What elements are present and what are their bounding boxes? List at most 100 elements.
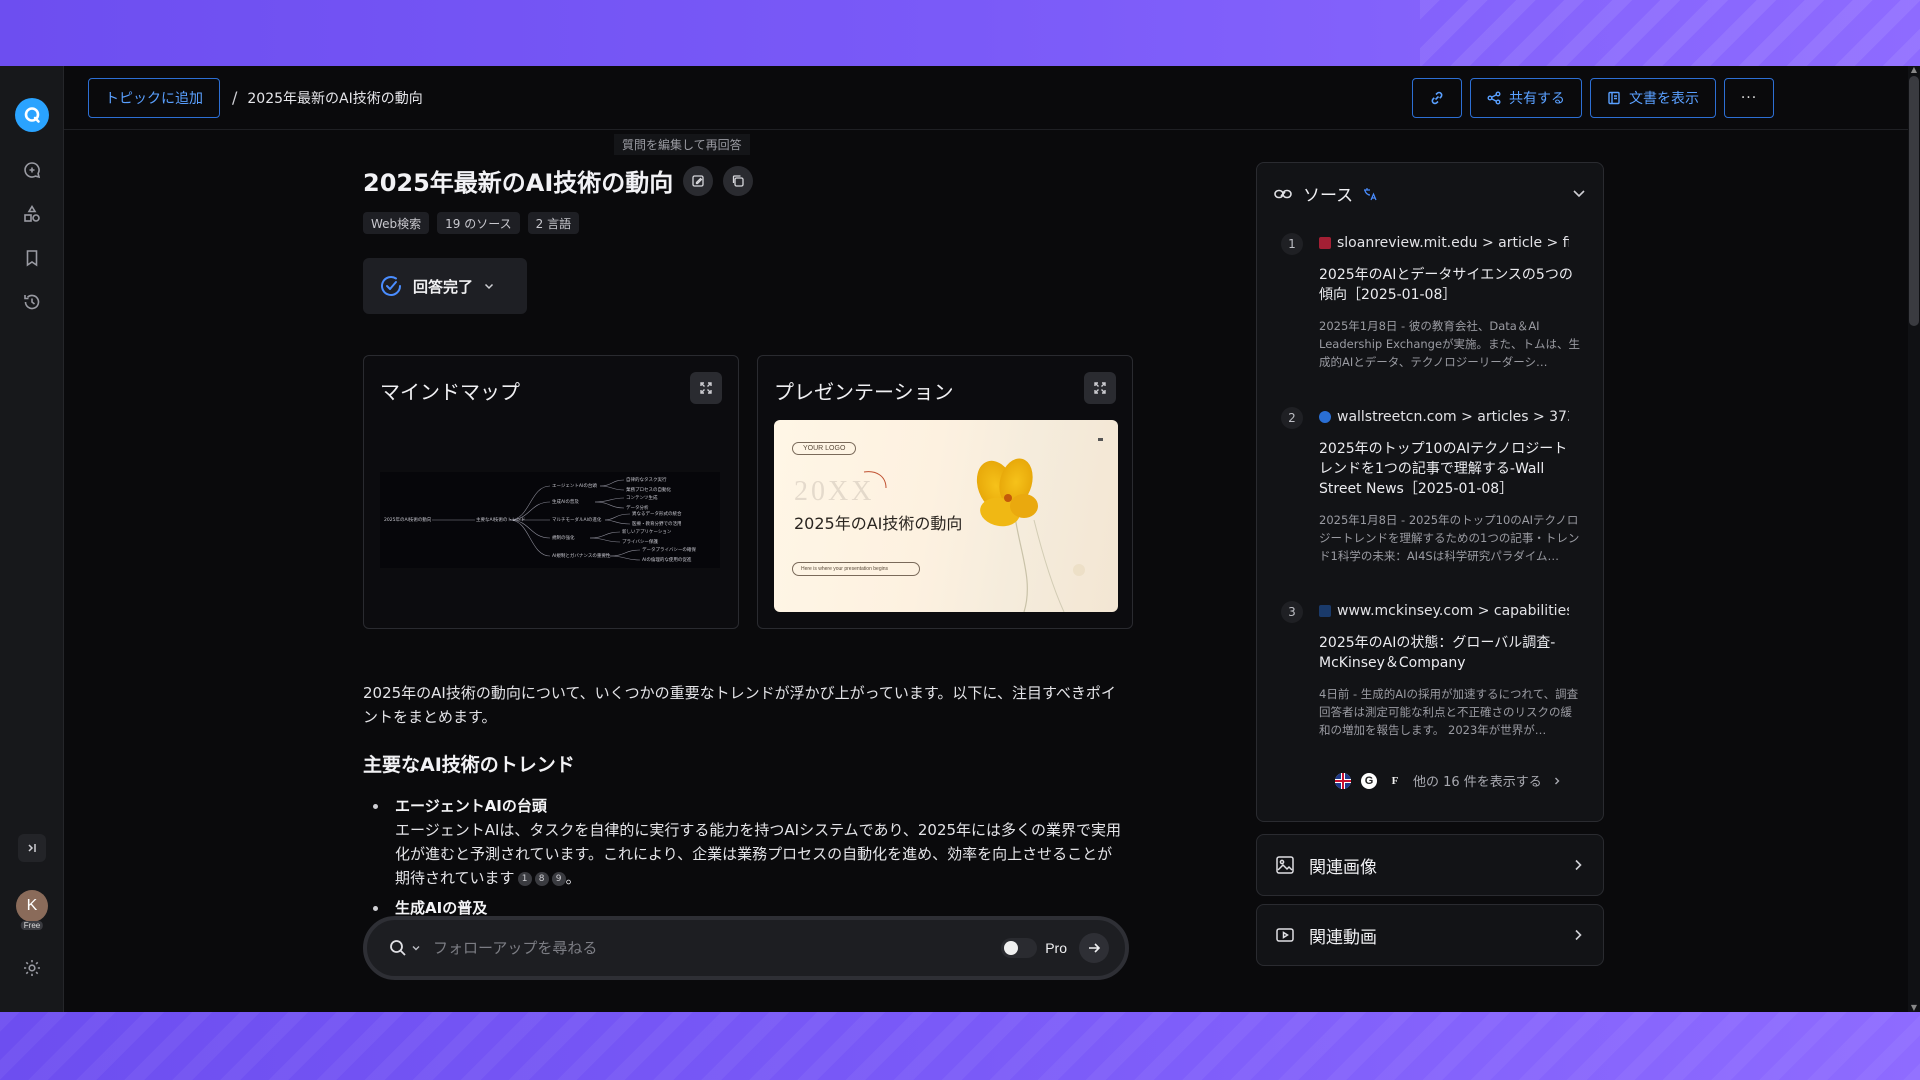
top-actions: 共有する 文書を表示 ··· <box>1412 78 1774 118</box>
scrollbar[interactable]: ▲ ▼ <box>1908 66 1920 1012</box>
sidebar-bottom: K Free <box>0 834 64 1012</box>
app-logo-icon[interactable] <box>14 98 49 132</box>
related-images-button[interactable]: 関連画像 <box>1256 834 1604 896</box>
mindmap-leaf-node: AIの倫理的な使用の促進 <box>642 558 692 563</box>
answer-tags: Web検索 19 のソース 2 言語 <box>363 212 580 234</box>
scroll-up-icon[interactable]: ▲ <box>1910 66 1918 74</box>
translate-icon <box>1364 187 1377 200</box>
settings-gear-icon[interactable] <box>12 948 52 988</box>
tag-web-search: Web検索 <box>363 212 430 234</box>
breadcrumb-title: 2025年最新のAI技術の動向 <box>247 90 423 107</box>
share-button[interactable]: 共有する <box>1470 78 1582 118</box>
expand-icon <box>700 382 712 394</box>
source-number: 1 <box>1281 233 1303 255</box>
mindmap-branch-node: 規制の強化 <box>552 536 575 541</box>
source-domain: www.mckinsey.com > capabilities … <box>1319 603 1569 619</box>
edit-question-button[interactable] <box>683 165 714 196</box>
related-videos-button[interactable]: 関連動画 <box>1256 904 1604 966</box>
favicon-icon <box>1319 237 1331 249</box>
scroll-thumb[interactable] <box>1909 76 1919 326</box>
bullet-title: エージェントAIの台頭 <box>395 797 547 815</box>
source-domain: wallstreetcn.com > articles > 37386… <box>1319 409 1569 425</box>
presentation-title: プレゼンテーション <box>774 380 954 404</box>
scroll-down-icon[interactable]: ▼ <box>1910 1004 1918 1012</box>
source-item[interactable]: 1 sloanreview.mit.edu > article > five… … <box>1281 233 1591 369</box>
mindmap-leaf-node: 異なるデータ形式の統合 <box>632 512 682 517</box>
top-bar: トピックに追加 / 2025年最新のAI技術の動向 共有する 文書を表示 ··· <box>64 66 1920 130</box>
slide-title: 2025年のAI技術の動向 <box>794 514 963 533</box>
new-chat-icon[interactable] <box>12 150 52 190</box>
citation-1[interactable]: 1 <box>517 871 532 886</box>
sources-header[interactable]: ソース <box>1273 181 1377 206</box>
flower-image <box>976 438 1103 612</box>
slide-year: 20XX <box>794 476 875 507</box>
bullet-text: エージェントAIは、タスクを自律的に実行する能力を持つAIシステムであり、202… <box>395 821 1122 887</box>
chevron-down-icon[interactable] <box>411 943 421 953</box>
mindmap-card[interactable]: マインドマップ 2025年のAI技術の動向 主要なAI技術のトレンド エージェン… <box>363 355 739 629</box>
copy-button[interactable] <box>723 165 754 196</box>
tag-source-count: 19 のソース <box>437 212 520 234</box>
share-icon <box>1487 91 1501 105</box>
source-title: 2025年のトップ10のAIテクノロジートレンドを1つの記事で理解する-Wall… <box>1319 441 1568 497</box>
chevron-right-icon <box>1575 929 1582 941</box>
trend-list: エージェントAIの台頭 エージェントAIは、タスクを自律的に実行する能力を持つA… <box>363 794 1123 920</box>
background-stripes-bottom <box>0 1012 1920 1080</box>
sidebar: K Free <box>0 66 64 1012</box>
mindmap-root-node: 2025年のAI技術の動向 <box>384 518 432 523</box>
mindmap-leaf-node: コンテンツ生成 <box>626 496 658 501</box>
search-icon[interactable] <box>389 939 407 957</box>
expand-presentation-button[interactable] <box>1084 372 1116 404</box>
source-title: 2025年のAIとデータサイエンスの5つの傾向［2025-01-08］ <box>1319 267 1573 303</box>
uk-flag-icon <box>1335 772 1351 789</box>
answer-status-dropdown[interactable]: 回答完了 <box>363 258 527 314</box>
image-icon <box>1276 856 1294 874</box>
source-title: 2025年のAIの状態：グローバル調査-McKinsey＆Company <box>1319 635 1556 671</box>
collapse-sources-icon[interactable] <box>1571 185 1587 201</box>
favicon-icon <box>1319 411 1331 423</box>
citation-8[interactable]: 8 <box>534 871 549 886</box>
send-button[interactable] <box>1079 933 1109 963</box>
list-item: エージェントAIの台頭 エージェントAIは、タスクを自律的に実行する能力を持つA… <box>363 794 1123 890</box>
mindmap-leaf-node: 新しいアプリケーション <box>622 530 672 535</box>
chevron-right-icon <box>1575 859 1582 871</box>
mindmap-center-node: 主要なAI技術のトレンド <box>476 518 526 523</box>
page-title: 2025年最新のAI技術の動向 <box>363 169 674 197</box>
view-document-button[interactable]: 文書を表示 <box>1590 78 1716 118</box>
breadcrumb-separator: / <box>232 88 238 107</box>
more-options-button[interactable]: ··· <box>1724 78 1774 118</box>
main-area: トピックに追加 / 2025年最新のAI技術の動向 共有する 文書を表示 ··· <box>64 66 1920 1012</box>
edit-icon <box>692 174 704 187</box>
mindmap-leaf-node: データプライバシーの確保 <box>642 548 696 553</box>
mindmap-leaf-node: 業務プロセスの自動化 <box>626 488 671 493</box>
explore-shapes-icon[interactable] <box>12 194 52 234</box>
view-document-label: 文書を表示 <box>1629 91 1699 107</box>
app-window: K Free トピックに追加 / 2025年最新のAI技術の動向 共有する 文書… <box>0 66 1920 1012</box>
document-icon <box>1608 91 1620 105</box>
citation-9[interactable]: 9 <box>551 871 566 886</box>
sources-panel: ソース 1 sloanreview.mit.edu > article > fi… <box>1256 162 1604 822</box>
link-icon <box>1431 91 1443 105</box>
followup-input[interactable] <box>433 939 1002 957</box>
mindmap-branch-node: AI規制とガバナンスの重要性 <box>552 554 611 559</box>
source-item[interactable]: 3 www.mckinsey.com > capabilities … 2025… <box>1281 601 1591 737</box>
add-to-topic-button[interactable]: トピックに追加 <box>88 77 220 118</box>
show-more-sources[interactable]: G F 他の 16 件を表示する <box>1335 771 1562 790</box>
expand-mindmap-button[interactable] <box>690 372 722 404</box>
presentation-card[interactable]: プレゼンテーション YOUR LOGO 20XX 2025年のAI技術の動向 H… <box>757 355 1133 629</box>
followup-bar: Pro <box>363 916 1129 980</box>
pro-label: Pro <box>1045 940 1067 956</box>
avatar[interactable]: K Free <box>16 890 48 930</box>
mindmap-branch-node: エージェントAIの台頭 <box>552 484 597 489</box>
copy-link-button[interactable] <box>1412 78 1462 118</box>
arrow-right-icon <box>1089 943 1101 953</box>
slide-thumbnail[interactable]: YOUR LOGO 20XX 2025年のAI技術の動向 Here is whe… <box>774 420 1118 612</box>
bookmark-icon[interactable] <box>12 238 52 278</box>
source-number: 3 <box>1281 601 1303 623</box>
source-item[interactable]: 2 wallstreetcn.com > articles > 37386… 2… <box>1281 407 1591 567</box>
pro-toggle[interactable] <box>1001 938 1038 958</box>
google-icon: G <box>1361 772 1377 789</box>
history-icon[interactable] <box>12 282 52 322</box>
section-heading: 主要なAI技術のトレンド <box>363 754 575 776</box>
share-label: 共有する <box>1509 91 1565 107</box>
expand-sidebar-icon[interactable] <box>18 834 46 862</box>
